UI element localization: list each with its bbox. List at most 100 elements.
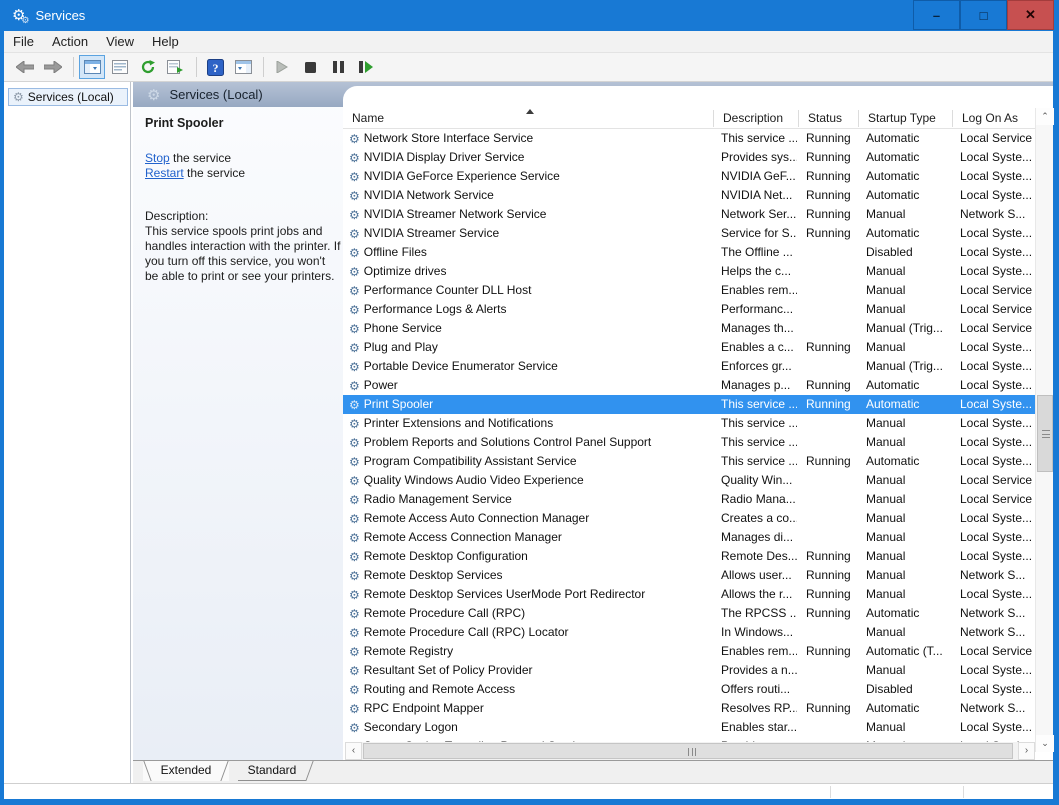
horizontal-scrollbar-thumb[interactable] bbox=[363, 743, 1013, 759]
table-row[interactable]: ⚙NVIDIA Display Driver ServiceProvides s… bbox=[343, 148, 1035, 167]
menu-bar: File Action View Help bbox=[4, 31, 1053, 53]
table-row[interactable]: ⚙NVIDIA Streamer Network ServiceNetwork … bbox=[343, 205, 1035, 224]
column-header-status[interactable]: Status bbox=[808, 111, 842, 125]
cell-start: Manual bbox=[866, 262, 954, 281]
vertical-scrollbar-thumb[interactable] bbox=[1037, 395, 1053, 472]
column-divider[interactable] bbox=[858, 110, 859, 127]
table-row[interactable]: ⚙Performance Logs & AlertsPerformanc...M… bbox=[343, 300, 1035, 319]
cell-desc: Network Ser... bbox=[721, 205, 797, 224]
forward-icon[interactable] bbox=[40, 55, 66, 79]
service-gear-icon: ⚙ bbox=[349, 646, 360, 658]
cell-start: Automatic bbox=[866, 167, 954, 186]
cell-name: ⚙Quality Windows Audio Video Experience bbox=[349, 471, 711, 490]
properties-icon[interactable] bbox=[107, 55, 133, 79]
table-row[interactable]: ⚙Secondary LogonEnables star...ManualLoc… bbox=[343, 718, 1035, 737]
horizontal-scrollbar[interactable]: ‹ › bbox=[345, 742, 1035, 760]
stop-service-icon[interactable] bbox=[297, 55, 323, 79]
column-divider[interactable] bbox=[952, 110, 953, 127]
refresh-icon[interactable] bbox=[135, 55, 161, 79]
services-gear-icon: ⚙ bbox=[147, 86, 160, 104]
help-icon[interactable]: ? bbox=[202, 55, 228, 79]
table-row[interactable]: ⚙Portable Device Enumerator ServiceEnfor… bbox=[343, 357, 1035, 376]
table-row[interactable]: ⚙Remote Desktop ServicesAllows user...Ru… bbox=[343, 566, 1035, 585]
table-row[interactable]: ⚙Problem Reports and Solutions Control P… bbox=[343, 433, 1035, 452]
table-row[interactable]: ⚙Network Store Interface ServiceThis ser… bbox=[343, 129, 1035, 148]
table-row[interactable]: ⚙Quality Windows Audio Video ExperienceQ… bbox=[343, 471, 1035, 490]
cell-desc: Radio Mana... bbox=[721, 490, 797, 509]
restart-service-link[interactable]: Restart bbox=[145, 166, 184, 180]
menu-file[interactable]: File bbox=[4, 32, 43, 51]
cell-logon: Local Syste... bbox=[960, 395, 1035, 414]
cell-stat: Running bbox=[806, 395, 862, 414]
table-row[interactable]: ⚙Performance Counter DLL HostEnables rem… bbox=[343, 281, 1035, 300]
scroll-down-icon[interactable]: ⌄ bbox=[1036, 735, 1054, 752]
restart-service-icon[interactable] bbox=[353, 55, 379, 79]
table-row[interactable]: ⚙NVIDIA Streamer ServiceService for S...… bbox=[343, 224, 1035, 243]
status-divider bbox=[830, 786, 831, 798]
table-row[interactable]: ⚙PowerManages p...RunningAutomaticLocal … bbox=[343, 376, 1035, 395]
column-header-startup-type[interactable]: Startup Type bbox=[868, 111, 936, 125]
cell-logon: Local Syste... bbox=[960, 186, 1035, 205]
table-row[interactable]: ⚙NVIDIA Network ServiceNVIDIA Net...Runn… bbox=[343, 186, 1035, 205]
menu-action[interactable]: Action bbox=[43, 32, 97, 51]
table-row[interactable]: ⚙Radio Management ServiceRadio Mana...Ma… bbox=[343, 490, 1035, 509]
table-row[interactable]: ⚙Remote Access Auto Connection ManagerCr… bbox=[343, 509, 1035, 528]
cell-logon: Local Service bbox=[960, 490, 1035, 509]
table-row[interactable]: ⚙NVIDIA GeForce Experience ServiceNVIDIA… bbox=[343, 167, 1035, 186]
pause-service-icon[interactable] bbox=[325, 55, 351, 79]
scroll-right-icon[interactable]: › bbox=[1018, 742, 1035, 760]
export-list-icon[interactable] bbox=[163, 55, 189, 79]
service-rows: ⚙Network Store Interface ServiceThis ser… bbox=[343, 129, 1035, 742]
table-row[interactable]: ⚙Program Compatibility Assistant Service… bbox=[343, 452, 1035, 471]
tab-standard[interactable]: Standard bbox=[230, 761, 314, 781]
minimize-button[interactable]: – bbox=[913, 0, 960, 30]
table-row[interactable]: ⚙Remote Desktop Services UserMode Port R… bbox=[343, 585, 1035, 604]
back-icon[interactable] bbox=[12, 55, 38, 79]
cell-start: Manual bbox=[866, 471, 954, 490]
table-row[interactable]: ⚙Optimize drivesHelps the c...ManualLoca… bbox=[343, 262, 1035, 281]
scroll-up-icon[interactable]: ⌃ bbox=[1036, 108, 1054, 125]
title-bar[interactable]: ⚙⚙ Services – □ ✕ bbox=[0, 0, 1059, 31]
table-row[interactable]: ⚙Remote Access Connection ManagerManages… bbox=[343, 528, 1035, 547]
close-button[interactable]: ✕ bbox=[1007, 0, 1054, 30]
scroll-left-icon[interactable]: ‹ bbox=[345, 742, 362, 760]
toolbar: ? bbox=[4, 53, 1053, 82]
menu-view[interactable]: View bbox=[97, 32, 143, 51]
tree-item-services-local[interactable]: ⚙ Services (Local) bbox=[8, 88, 128, 106]
cell-start: Automatic bbox=[866, 604, 954, 623]
service-gear-icon: ⚙ bbox=[349, 323, 360, 335]
table-row[interactable]: ⚙RPC Endpoint MapperResolves RP...Runnin… bbox=[343, 699, 1035, 718]
cell-desc: Provides sys... bbox=[721, 148, 797, 167]
table-row[interactable]: ⚙Phone ServiceManages th...Manual (Trig.… bbox=[343, 319, 1035, 338]
table-row[interactable]: ⚙Remote Procedure Call (RPC) LocatorIn W… bbox=[343, 623, 1035, 642]
stop-service-link[interactable]: Stop bbox=[145, 151, 170, 165]
start-service-icon[interactable] bbox=[269, 55, 295, 79]
table-row[interactable]: ⚙Remote Procedure Call (RPC)The RPCSS ..… bbox=[343, 604, 1035, 623]
table-row[interactable]: ⚙Printer Extensions and NotificationsThi… bbox=[343, 414, 1035, 433]
service-gear-icon: ⚙ bbox=[349, 437, 360, 449]
show-console-tree-icon[interactable] bbox=[79, 55, 105, 79]
cell-start: Automatic bbox=[866, 376, 954, 395]
column-header-log-on-as[interactable]: Log On As bbox=[962, 111, 1018, 125]
restart-suffix: the service bbox=[184, 166, 245, 180]
maximize-button[interactable]: □ bbox=[960, 0, 1007, 30]
table-row[interactable]: ⚙Remote Desktop ConfigurationRemote Des.… bbox=[343, 547, 1035, 566]
table-row[interactable]: ⚙Remote RegistryEnables rem...RunningAut… bbox=[343, 642, 1035, 661]
column-divider[interactable] bbox=[798, 110, 799, 127]
vertical-scrollbar[interactable]: ⌃ ⌄ bbox=[1035, 108, 1053, 752]
cell-start: Manual bbox=[866, 281, 954, 300]
column-header-description[interactable]: Description bbox=[723, 111, 783, 125]
table-row[interactable]: ⚙Plug and PlayEnables a c...RunningManua… bbox=[343, 338, 1035, 357]
cell-logon: Network S... bbox=[960, 604, 1035, 623]
table-row[interactable]: ⚙Resultant Set of Policy ProviderProvide… bbox=[343, 661, 1035, 680]
table-row[interactable]: ⚙Offline FilesThe Offline ...DisabledLoc… bbox=[343, 243, 1035, 262]
tab-extended[interactable]: Extended bbox=[143, 761, 229, 781]
table-row[interactable]: ⚙Print SpoolerThis service ...RunningAut… bbox=[343, 395, 1035, 414]
column-header-name[interactable]: Name bbox=[352, 111, 384, 125]
menu-help[interactable]: Help bbox=[143, 32, 188, 51]
service-gear-icon: ⚙ bbox=[349, 209, 360, 221]
column-divider[interactable] bbox=[713, 110, 714, 127]
show-action-pane-icon[interactable] bbox=[230, 55, 256, 79]
table-row[interactable]: ⚙Routing and Remote AccessOffers routi..… bbox=[343, 680, 1035, 699]
cell-name: ⚙Remote Access Connection Manager bbox=[349, 528, 711, 547]
